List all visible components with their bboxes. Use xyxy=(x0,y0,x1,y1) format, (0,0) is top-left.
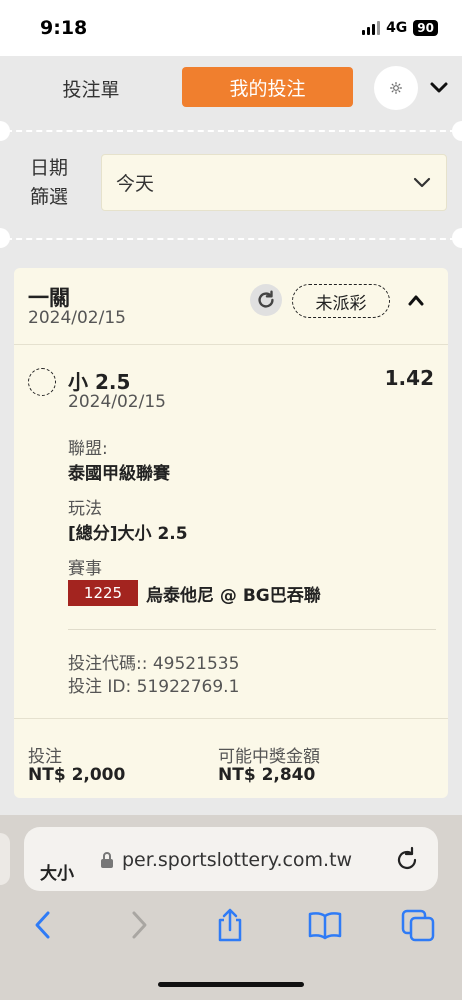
divider xyxy=(6,130,456,132)
ticket-notch xyxy=(0,228,10,248)
previous-tab-peek[interactable] xyxy=(0,833,10,885)
network-label: 4G xyxy=(386,20,408,36)
stake-label: 投注 xyxy=(28,747,62,767)
forward-button[interactable] xyxy=(124,908,154,942)
reload-icon[interactable] xyxy=(395,846,419,872)
divider xyxy=(14,344,448,345)
market-value: [總分]大小 2.5 xyxy=(68,524,188,544)
bookmarks-button[interactable] xyxy=(307,908,343,942)
refresh-icon xyxy=(258,290,274,308)
tab-betslip[interactable]: 投注單 xyxy=(30,68,152,108)
page-title-chip: 大小 xyxy=(40,864,74,884)
selection-name: 小 2.5 xyxy=(68,370,131,394)
chevron-left-icon xyxy=(35,911,50,939)
tabs-icon xyxy=(401,909,435,942)
url-text[interactable]: per.sportslottery.com.tw xyxy=(122,849,352,871)
status-time: 9:18 xyxy=(40,17,88,39)
ticket-notch xyxy=(0,121,10,141)
signal-icon xyxy=(362,21,381,35)
date-filter-section: 日期篩選 今天 xyxy=(0,121,462,248)
gear-icon xyxy=(390,82,402,94)
selection-radio[interactable] xyxy=(28,368,56,396)
payout-label: 可能中獎金額 xyxy=(218,747,320,767)
refresh-button[interactable] xyxy=(250,284,282,316)
settings-button[interactable] xyxy=(374,66,418,110)
back-button[interactable] xyxy=(28,908,58,942)
divider xyxy=(6,238,456,240)
book-icon xyxy=(308,912,342,940)
chevron-down-icon xyxy=(413,177,431,188)
match-code-badge: 1225 xyxy=(68,580,138,606)
tab-my-bets[interactable]: 我的投注 xyxy=(182,67,353,107)
share-icon xyxy=(218,908,242,942)
lock-icon xyxy=(101,852,113,868)
market-label: 玩法 xyxy=(68,499,102,519)
chevron-up-icon[interactable] xyxy=(405,290,427,310)
date-filter-select[interactable]: 今天 xyxy=(101,154,447,211)
payout-value: NT$ 2,840 xyxy=(218,765,316,785)
divider xyxy=(14,718,448,719)
status-badge: 未派彩 xyxy=(292,284,390,318)
stake-value: NT$ 2,000 xyxy=(28,765,126,785)
share-button[interactable] xyxy=(215,908,245,942)
event-label: 賽事 xyxy=(68,559,102,579)
battery-icon: 90 xyxy=(413,20,438,36)
ticket-notch xyxy=(452,121,462,141)
divider xyxy=(68,629,436,630)
app-header: 投注單 我的投注 xyxy=(0,56,462,122)
chevron-right-icon xyxy=(132,911,147,939)
league-label: 聯盟: xyxy=(68,439,108,459)
match-name: 烏泰他尼 @ BG巴吞聯 xyxy=(146,586,321,606)
chevron-down-icon[interactable] xyxy=(428,78,450,98)
selection-date: 2024/02/15 xyxy=(68,392,166,412)
bet-date: 2024/02/15 xyxy=(28,308,126,328)
date-filter-value: 今天 xyxy=(116,173,155,195)
bet-code: 投注代碼:: 49521535 xyxy=(68,654,240,674)
date-filter-label: 日期篩選 xyxy=(30,157,69,208)
status-bar: 9:18 4G 90 xyxy=(0,0,462,56)
bet-card: 一關 2024/02/15 未派彩 小 2.5 2024/02/15 1.42 … xyxy=(14,268,448,798)
league-value: 泰國甲級聯賽 xyxy=(68,464,170,484)
tabs-button[interactable] xyxy=(400,908,436,942)
status-indicators: 4G 90 xyxy=(362,20,438,36)
ticket-notch xyxy=(452,228,462,248)
selection-odds: 1.42 xyxy=(384,366,434,390)
bet-id: 投注 ID: 51922769.1 xyxy=(68,677,240,697)
home-indicator xyxy=(158,982,304,987)
bet-card-header[interactable]: 一關 2024/02/15 未派彩 xyxy=(14,268,448,344)
